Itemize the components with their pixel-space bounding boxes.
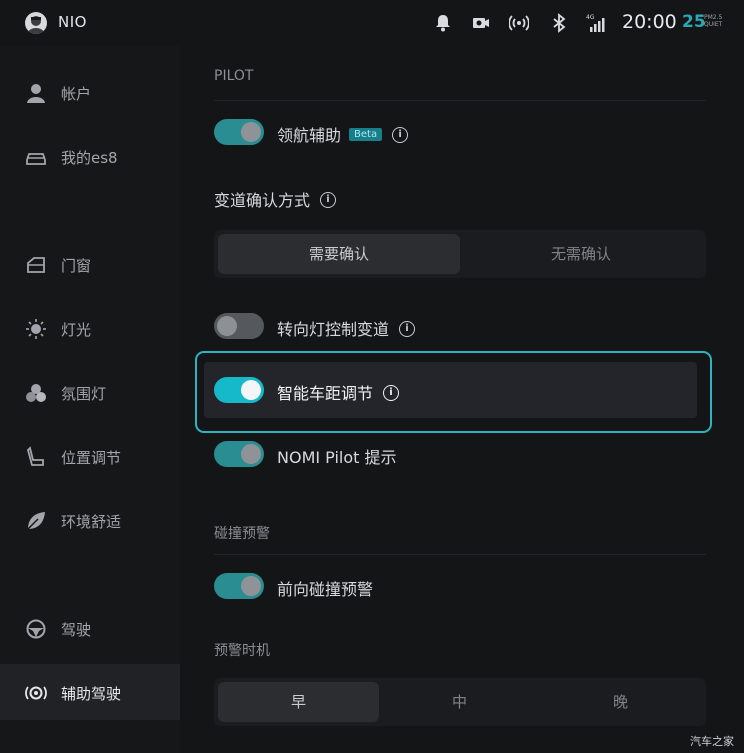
wireless-icon — [509, 15, 529, 31]
signal-icon: 4G — [586, 14, 605, 32]
assist-drive-icon — [25, 686, 47, 700]
settings-panel: PILOT 领航辅助 Beta i 变道确认方式 i 需要确认 无需确认 转向灯控制变… — [180, 46, 744, 753]
sidebar: 帐户 我的es8 门窗 灯光 氛围灯 位置调节 环境舒适 驾驶 辅助驾驶 — [0, 46, 180, 753]
toggle-knob — [217, 316, 237, 336]
smart-distance-label: 智能车距调节 — [277, 384, 374, 403]
bluetooth-icon — [553, 13, 566, 33]
divider — [214, 554, 706, 555]
sidebar-item-label: 环境舒适 — [61, 513, 122, 531]
lane-change-option-no-confirm[interactable]: 无需确认 — [460, 234, 702, 274]
section-title-collision: 碰撞预警 — [214, 526, 270, 542]
info-icon[interactable]: i — [392, 126, 409, 143]
warning-timing-option-early[interactable]: 早 — [218, 682, 379, 722]
light-icon — [26, 319, 46, 339]
bell-icon — [436, 15, 450, 32]
nav-assist-label: 领航辅助 — [277, 126, 342, 145]
svg-text:4G: 4G — [586, 14, 595, 21]
sidebar-item-label: 位置调节 — [61, 449, 122, 467]
sidebar-item-doors[interactable]: 门窗 — [0, 236, 180, 292]
sidebar-item-lights[interactable]: 灯光 — [0, 300, 180, 356]
sidebar-item-account[interactable]: 帐户 — [0, 64, 180, 120]
warning-timing-option-mid[interactable]: 中 — [379, 682, 540, 722]
brand-name: NIO — [58, 13, 87, 31]
leaf-icon — [27, 512, 45, 530]
sidebar-item-label: 驾驶 — [61, 621, 92, 639]
aqi-value: 25 — [682, 12, 706, 32]
nomi-pilot-label: NOMI Pilot 提示 — [277, 448, 397, 467]
beta-badge: Beta — [349, 128, 383, 141]
toggle-knob — [241, 576, 261, 596]
sidebar-item-label: 我的es8 — [61, 149, 118, 167]
smart-distance-toggle[interactable] — [214, 377, 264, 403]
lane-change-option-confirm[interactable]: 需要确认 — [218, 234, 460, 274]
dashcam-icon — [473, 18, 489, 28]
warning-timing-selector: 早 中 晚 — [214, 678, 706, 726]
warning-timing-option-late[interactable]: 晚 — [540, 682, 701, 722]
toggle-knob — [241, 444, 261, 464]
turn-signal-toggle[interactable] — [214, 313, 264, 339]
section-title-pilot: PILOT — [214, 68, 254, 84]
info-icon[interactable]: i — [399, 320, 416, 337]
sidebar-item-climate[interactable]: 环境舒适 — [0, 492, 180, 548]
aqi-label: PM2.5 QUIET — [704, 14, 722, 28]
car-icon — [26, 153, 46, 165]
info-icon[interactable]: i — [383, 384, 400, 401]
user-icon — [27, 84, 45, 103]
forward-collision-label: 前向碰撞预警 — [277, 580, 374, 599]
info-icon[interactable]: i — [320, 191, 337, 208]
sidebar-item-ambient-light[interactable]: 氛围灯 — [0, 364, 180, 420]
door-icon — [27, 257, 45, 273]
sidebar-item-assisted-driving[interactable]: 辅助驾驶 — [0, 664, 180, 720]
toggle-knob — [241, 122, 261, 142]
avatar[interactable] — [25, 12, 47, 34]
sidebar-item-label: 辅助驾驶 — [61, 685, 122, 703]
aqi-quiet-label: QUIET — [704, 21, 723, 28]
sidebar-item-my-car[interactable]: 我的es8 — [0, 128, 180, 184]
ambient-light-icon — [26, 384, 46, 402]
warning-timing-title: 预警时机 — [214, 643, 270, 659]
steering-wheel-icon — [26, 619, 46, 639]
turn-signal-label: 转向灯控制变道 — [277, 320, 390, 339]
sidebar-item-label: 帐户 — [61, 85, 92, 103]
nomi-pilot-toggle[interactable] — [214, 441, 264, 467]
nav-assist-toggle[interactable] — [214, 119, 264, 145]
lane-change-title: 变道确认方式 — [214, 191, 311, 210]
sidebar-item-label: 灯光 — [61, 321, 92, 339]
clock: 20:00 — [622, 11, 677, 33]
sidebar-item-label: 门窗 — [61, 257, 92, 275]
toggle-knob — [241, 380, 261, 400]
watermark: 汽车之家 — [690, 735, 734, 748]
status-bar: NIO 4G 20:00 25 PM2.5 QUIET — [0, 0, 744, 46]
aqi-pm-label: PM2.5 — [704, 14, 723, 21]
divider — [214, 100, 706, 101]
seat-icon — [26, 446, 44, 466]
sidebar-item-driving[interactable]: 驾驶 — [0, 600, 180, 656]
lane-change-selector: 需要确认 无需确认 — [214, 230, 706, 278]
forward-collision-toggle[interactable] — [214, 573, 264, 599]
sidebar-item-label: 氛围灯 — [61, 385, 107, 403]
sidebar-item-seat-position[interactable]: 位置调节 — [0, 428, 180, 484]
